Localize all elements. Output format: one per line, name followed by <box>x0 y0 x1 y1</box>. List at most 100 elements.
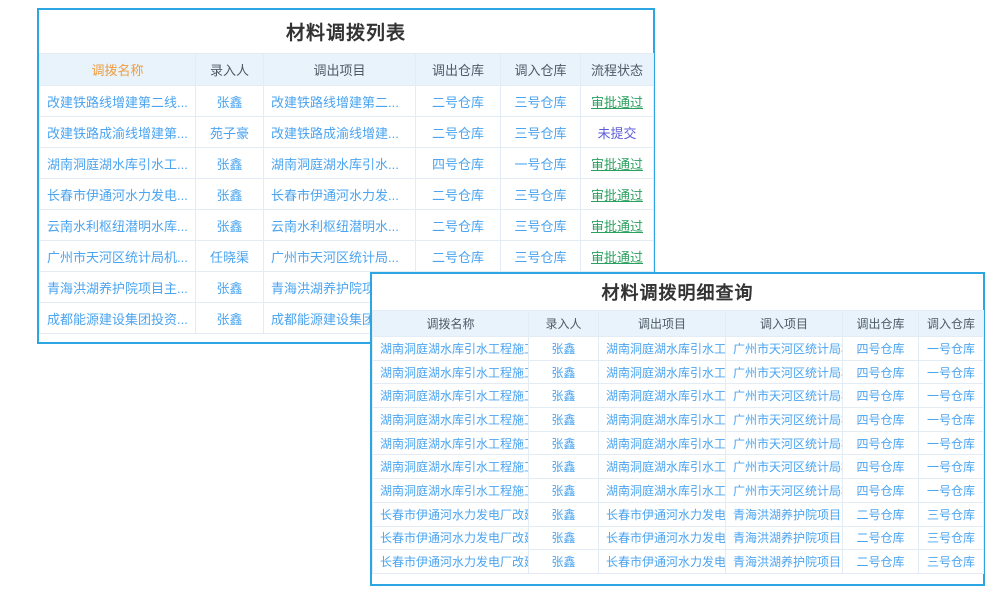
status-cell: 审批通过 <box>581 148 654 179</box>
transfer-name-link[interactable]: 云南水利枢纽潜明水库... <box>40 210 196 241</box>
out-warehouse-cell: 二号仓库 <box>416 210 501 241</box>
entered-by-cell: 张鑫 <box>196 272 264 303</box>
list-header-row: 调拨名称 录入人 调出项目 调出仓库 调入仓库 流程状态 <box>40 54 654 86</box>
out-project-cell: 改建铁路成渝线增建... <box>264 117 416 148</box>
table-row: 湖南洞庭湖水库引水工程施工 张鑫 湖南洞庭湖水库引水工程 广州市天河区统计局机 … <box>373 408 984 432</box>
status-link[interactable]: 审批通过 <box>591 95 643 110</box>
out-project-cell: 云南水利枢纽潜明水... <box>264 210 416 241</box>
transfer-name-link[interactable]: 湖南洞庭湖水库引水工程施工 <box>373 479 529 503</box>
list-table-header: 调拨名称 录入人 调出项目 调出仓库 调入仓库 流程状态 <box>40 54 654 86</box>
in-warehouse-cell: 三号仓库 <box>501 86 581 117</box>
out-warehouse-cell: 四号仓库 <box>843 360 919 384</box>
transfer-name-link[interactable]: 青海洪湖养护院项目主... <box>40 272 196 303</box>
in-warehouse-cell: 一号仓库 <box>919 384 984 408</box>
status-link[interactable]: 审批通过 <box>591 188 643 203</box>
in-warehouse-cell: 三号仓库 <box>501 241 581 272</box>
entered-by-cell: 任晓渠 <box>196 241 264 272</box>
transfer-name-link[interactable]: 长春市伊通河水力发电... <box>40 179 196 210</box>
detail-header-out-project: 调出项目 <box>599 311 726 337</box>
transfer-name-link[interactable]: 长春市伊通河水力发电厂改建工 <box>373 502 529 526</box>
detail-header-row: 调拨名称 录入人 调出项目 调入项目 调出仓库 调入仓库 <box>373 311 984 337</box>
in-project-cell: 青海洪湖养护院项目 <box>726 526 843 550</box>
status-link[interactable]: 审批通过 <box>591 157 643 172</box>
list-header-out-project: 调出项目 <box>264 54 416 86</box>
out-warehouse-cell: 四号仓库 <box>843 408 919 432</box>
in-warehouse-cell: 三号仓库 <box>919 526 984 550</box>
entered-by-cell: 张鑫 <box>529 502 599 526</box>
transfer-name-link[interactable]: 长春市伊通河水力发电厂改建工 <box>373 526 529 550</box>
out-warehouse-cell: 四号仓库 <box>843 479 919 503</box>
out-project-cell: 广州市天河区统计局... <box>264 241 416 272</box>
list-header-in-warehouse: 调入仓库 <box>501 54 581 86</box>
table-row: 湖南洞庭湖水库引水工程施工 张鑫 湖南洞庭湖水库引水工程 广州市天河区统计局机 … <box>373 384 984 408</box>
entered-by-cell: 张鑫 <box>529 384 599 408</box>
table-row: 广州市天河区统计局机... 任晓渠 广州市天河区统计局... 二号仓库 三号仓库… <box>40 241 654 272</box>
out-warehouse-cell: 四号仓库 <box>843 337 919 361</box>
out-project-cell: 湖南洞庭湖水库引水工程 <box>599 408 726 432</box>
status-cell: 审批通过 <box>581 179 654 210</box>
out-project-cell: 湖南洞庭湖水库引水工程 <box>599 479 726 503</box>
transfer-name-link[interactable]: 长春市伊通河水力发电厂改建工 <box>373 550 529 574</box>
transfer-name-link[interactable]: 湖南洞庭湖水库引水工程施工 <box>373 384 529 408</box>
detail-header-out-warehouse: 调出仓库 <box>843 311 919 337</box>
entered-by-cell: 张鑫 <box>529 431 599 455</box>
in-project-cell: 广州市天河区统计局机 <box>726 408 843 432</box>
out-warehouse-cell: 四号仓库 <box>843 455 919 479</box>
in-project-cell: 广州市天河区统计局机 <box>726 479 843 503</box>
transfer-name-link[interactable]: 湖南洞庭湖水库引水工程施工 <box>373 360 529 384</box>
in-warehouse-cell: 一号仓库 <box>919 431 984 455</box>
out-project-cell: 湖南洞庭湖水库引水工程 <box>599 360 726 384</box>
in-warehouse-cell: 一号仓库 <box>919 408 984 432</box>
transfer-name-link[interactable]: 改建铁路线增建第二线... <box>40 86 196 117</box>
out-warehouse-cell: 四号仓库 <box>843 384 919 408</box>
in-warehouse-cell: 三号仓库 <box>501 210 581 241</box>
detail-table-body: 湖南洞庭湖水库引水工程施工 张鑫 湖南洞庭湖水库引水工程 广州市天河区统计局机 … <box>373 337 984 574</box>
status-cell: 审批通过 <box>581 210 654 241</box>
status-link[interactable]: 审批通过 <box>591 219 643 234</box>
transfer-name-link[interactable]: 改建铁路成渝线增建第... <box>40 117 196 148</box>
material-transfer-detail-table: 调拨名称 录入人 调出项目 调入项目 调出仓库 调入仓库 湖南洞庭湖水库引水工程… <box>372 310 984 574</box>
in-warehouse-cell: 三号仓库 <box>501 179 581 210</box>
transfer-name-link[interactable]: 广州市天河区统计局机... <box>40 241 196 272</box>
out-project-cell: 湖南洞庭湖水库引水... <box>264 148 416 179</box>
list-header-transfer-name: 调拨名称 <box>40 54 196 86</box>
out-warehouse-cell: 二号仓库 <box>416 86 501 117</box>
out-project-cell: 湖南洞庭湖水库引水工程 <box>599 384 726 408</box>
status-link[interactable]: 未提交 <box>597 126 636 141</box>
table-row: 湖南洞庭湖水库引水工... 张鑫 湖南洞庭湖水库引水... 四号仓库 一号仓库 … <box>40 148 654 179</box>
transfer-name-link[interactable]: 湖南洞庭湖水库引水工程施工 <box>373 455 529 479</box>
transfer-name-link[interactable]: 成都能源建设集团投资... <box>40 303 196 334</box>
entered-by-cell: 张鑫 <box>529 408 599 432</box>
transfer-name-link[interactable]: 湖南洞庭湖水库引水工程施工 <box>373 431 529 455</box>
transfer-name-link[interactable]: 湖南洞庭湖水库引水工... <box>40 148 196 179</box>
status-cell: 未提交 <box>581 117 654 148</box>
transfer-name-link[interactable]: 湖南洞庭湖水库引水工程施工 <box>373 337 529 361</box>
transfer-name-link[interactable]: 湖南洞庭湖水库引水工程施工 <box>373 408 529 432</box>
out-warehouse-cell: 四号仓库 <box>843 431 919 455</box>
out-project-cell: 湖南洞庭湖水库引水工程 <box>599 455 726 479</box>
entered-by-cell: 张鑫 <box>196 210 264 241</box>
out-project-cell: 长春市伊通河水力发... <box>264 179 416 210</box>
entered-by-cell: 张鑫 <box>529 337 599 361</box>
in-warehouse-cell: 三号仓库 <box>501 117 581 148</box>
table-row: 湖南洞庭湖水库引水工程施工 张鑫 湖南洞庭湖水库引水工程 广州市天河区统计局机 … <box>373 455 984 479</box>
status-cell: 审批通过 <box>581 86 654 117</box>
detail-table-header: 调拨名称 录入人 调出项目 调入项目 调出仓库 调入仓库 <box>373 311 984 337</box>
in-warehouse-cell: 三号仓库 <box>919 550 984 574</box>
detail-header-in-project: 调入项目 <box>726 311 843 337</box>
list-window-title: 材料调拨列表 <box>39 10 653 53</box>
detail-header-entered-by: 录入人 <box>529 311 599 337</box>
out-project-cell: 长春市伊通河水力发电厂 <box>599 550 726 574</box>
out-project-cell: 湖南洞庭湖水库引水工程 <box>599 431 726 455</box>
table-row: 湖南洞庭湖水库引水工程施工 张鑫 湖南洞庭湖水库引水工程 广州市天河区统计局机 … <box>373 431 984 455</box>
table-row: 云南水利枢纽潜明水库... 张鑫 云南水利枢纽潜明水... 二号仓库 三号仓库 … <box>40 210 654 241</box>
table-row: 湖南洞庭湖水库引水工程施工 张鑫 湖南洞庭湖水库引水工程 广州市天河区统计局机 … <box>373 479 984 503</box>
detail-window-title: 材料调拨明细查询 <box>372 274 983 310</box>
status-link[interactable]: 审批通过 <box>591 250 643 265</box>
entered-by-cell: 张鑫 <box>529 455 599 479</box>
out-project-cell: 长春市伊通河水力发电厂 <box>599 502 726 526</box>
table-row: 改建铁路成渝线增建第... 苑子豪 改建铁路成渝线增建... 二号仓库 三号仓库… <box>40 117 654 148</box>
list-header-status: 流程状态 <box>581 54 654 86</box>
in-warehouse-cell: 一号仓库 <box>919 337 984 361</box>
table-row: 长春市伊通河水力发电厂改建工 张鑫 长春市伊通河水力发电厂 青海洪湖养护院项目 … <box>373 550 984 574</box>
